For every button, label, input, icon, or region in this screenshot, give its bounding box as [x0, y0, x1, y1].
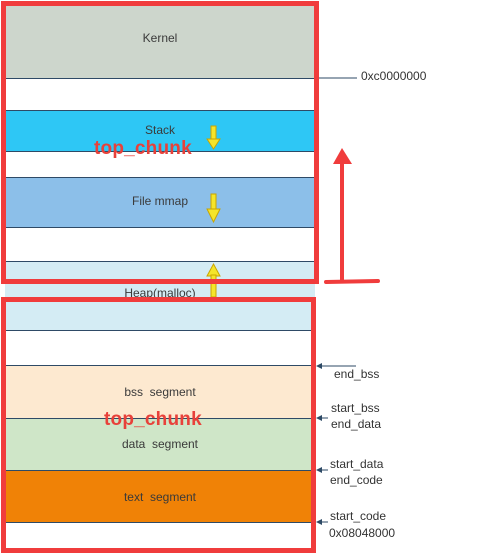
- end-bss-label: end_bss: [334, 367, 380, 381]
- start-code-label: start_code: [330, 509, 387, 523]
- leader-arrow-start-bss: [316, 415, 328, 421]
- red-arrowhead: [333, 148, 352, 164]
- end-code-label: end_code: [330, 473, 383, 487]
- heap-up-arrow: [206, 262, 221, 298]
- top-chunk-label-lower: top_chunk: [104, 409, 202, 430]
- mmap-down-arrow: [206, 193, 221, 224]
- start-data-label: start_data: [330, 457, 384, 471]
- stack-down-arrow: [206, 125, 221, 150]
- top-chunk-label-upper: top_chunk: [94, 138, 192, 159]
- red-underline-stroke: [324, 279, 380, 284]
- leader-arrow-start-code: [316, 519, 328, 525]
- end-data-label: end_data: [331, 417, 382, 431]
- leader-arrow-start-data: [316, 467, 328, 473]
- text-base-address-label: 0x08048000: [329, 526, 396, 540]
- start-bss-label: start_bss: [331, 401, 380, 415]
- kernel-address-label: 0xc0000000: [361, 69, 427, 83]
